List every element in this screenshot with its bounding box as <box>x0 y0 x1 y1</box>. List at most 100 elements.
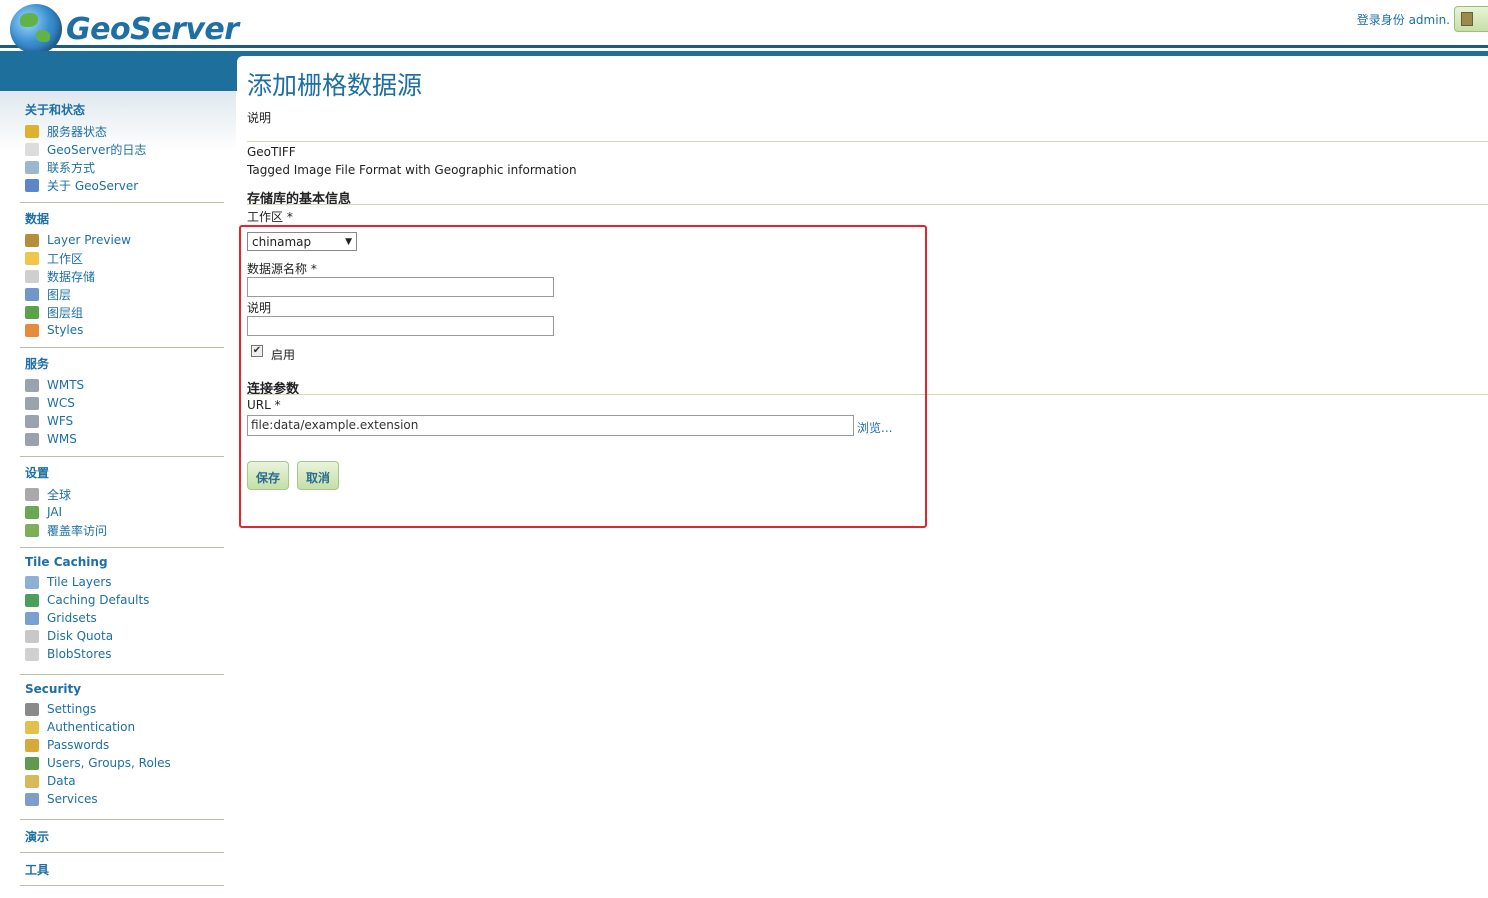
sidebar-section-title[interactable]: 演示 <box>20 828 224 845</box>
sidebar-divider <box>20 456 224 457</box>
services-security-icon <box>25 792 39 806</box>
divider <box>247 204 1488 205</box>
sidebar-item[interactable]: Caching Defaults <box>20 591 224 609</box>
wrench-icon <box>25 702 39 716</box>
sidebar-item-label: 数据存储 <box>47 269 96 284</box>
global-settings-icon <box>25 487 39 501</box>
gridsets-icon <box>25 611 39 625</box>
sidebar-item[interactable]: Tile Layers <box>20 573 224 591</box>
sidebar-section-title[interactable]: Tile Caching <box>20 555 224 569</box>
sidebar-item-label: 全球 <box>47 487 72 502</box>
sidebar-item[interactable]: JAI <box>20 503 224 521</box>
browse-link[interactable]: 浏览... <box>857 419 892 436</box>
layer-preview-icon <box>25 233 39 247</box>
description-field-label: 说明 <box>247 301 272 315</box>
sidebar-item[interactable]: 全球 <box>20 485 224 503</box>
sidebar-item[interactable]: Layer Preview <box>20 231 224 249</box>
sidebar-item[interactable]: GeoServer的日志 <box>20 140 224 158</box>
sidebar-item[interactable]: 数据存储 <box>20 267 224 285</box>
datasource-name-input[interactable] <box>247 277 554 297</box>
sidebar-item[interactable]: BlobStores <box>20 645 224 663</box>
sidebar-item-label: WMTS <box>47 378 85 392</box>
sidebar-item[interactable]: WCS <box>20 394 224 412</box>
cancel-button[interactable]: 取消 <box>297 461 340 490</box>
sidebar-item[interactable]: 服务器状态 <box>20 122 224 140</box>
sidebar-item-label: WMS <box>47 432 77 446</box>
enabled-label: 启用 <box>271 348 296 362</box>
sidebar-section-title[interactable]: 服务 <box>20 355 224 372</box>
sidebar-section-title[interactable]: 数据 <box>20 210 224 227</box>
sidebar-item[interactable]: Authentication <box>20 718 224 736</box>
sidebar-section: 关于和状态服务器状态 GeoServer的日志 联系方式 关于 GeoServer <box>20 101 224 194</box>
sidebar-item[interactable]: WMS <box>20 430 224 448</box>
sidebar-divider <box>20 819 224 820</box>
sidebar-section-title[interactable]: Security <box>20 682 224 696</box>
sidebar-item-label: Styles <box>47 323 84 337</box>
sidebar-section-title[interactable]: 工具 <box>20 861 224 878</box>
sidebar-item[interactable]: Settings <box>20 700 224 718</box>
sidebar-item[interactable]: Users, Groups, Roles <box>20 754 224 772</box>
sidebar-item-label: 图层组 <box>47 305 84 320</box>
workspace-select-value: chinamap <box>252 234 312 249</box>
data-security-icon <box>25 774 39 788</box>
sidebar-item[interactable]: 图层 <box>20 285 224 303</box>
sidebar-item[interactable]: 联系方式 <box>20 158 224 176</box>
sidebar-item[interactable]: 工作区 <box>20 249 224 267</box>
save-button[interactable]: 保存 <box>247 461 290 490</box>
disk-icon <box>25 629 39 643</box>
sidebar-item[interactable]: 覆盖率访问 <box>20 521 224 539</box>
globe-logo-icon <box>10 4 62 54</box>
sidebar-section-title[interactable]: 关于和状态 <box>20 101 224 118</box>
sidebar-item-label: Layer Preview <box>47 233 131 247</box>
jai-icon <box>25 505 39 519</box>
enabled-checkbox[interactable]: ✔ <box>251 345 263 357</box>
lock-icon <box>25 738 39 752</box>
sidebar-item-label: WFS <box>47 414 74 428</box>
logout-button[interactable] <box>1454 6 1488 32</box>
shield-icon <box>25 720 39 734</box>
sidebar-divider <box>20 852 224 853</box>
sidebar-item-label: Disk Quota <box>47 629 114 643</box>
blobstore-icon <box>25 647 39 661</box>
sidebar-item[interactable]: WMTS <box>20 376 224 394</box>
layergroup-icon <box>25 305 39 319</box>
sidebar-item[interactable]: 关于 GeoServer <box>20 176 224 194</box>
workspace-select[interactable]: chinamap ▼ <box>247 232 357 251</box>
sidebar-section: Tile Caching Tile Layers Caching Defaults G… <box>20 555 224 663</box>
divider <box>247 141 1488 142</box>
page-title: 添加栅格数据源 <box>247 71 423 100</box>
sidebar-section-title[interactable]: 设置 <box>20 464 224 481</box>
sidebar-item[interactable]: Gridsets <box>20 609 224 627</box>
dropdown-arrow-icon: ▼ <box>345 236 352 247</box>
sidebar-item-label: Caching Defaults <box>47 593 150 607</box>
sidebar-item[interactable]: 图层组 <box>20 303 224 321</box>
description-input[interactable] <box>247 316 554 336</box>
styles-icon <box>25 323 39 337</box>
service-icon <box>25 378 39 392</box>
sidebar-item-label: WCS <box>47 396 75 410</box>
sidebar-section: Security Settings Authentication Passwords U… <box>20 682 224 808</box>
sidebar-item-label: Tile Layers <box>47 575 112 589</box>
database-icon <box>25 269 39 283</box>
sidebar-item[interactable]: Styles <box>20 321 224 339</box>
sidebar-item[interactable]: Data <box>20 772 224 790</box>
geoserver-logo[interactable]: GeoServer <box>10 4 239 54</box>
sidebar-item[interactable]: WFS <box>20 412 224 430</box>
sidebar-item[interactable]: Services <box>20 790 224 808</box>
contact-icon <box>25 160 39 174</box>
sidebar-item[interactable]: Passwords <box>20 736 224 754</box>
sidebar-divider <box>20 674 224 675</box>
login-status: 登录身份 admin. <box>1356 13 1450 27</box>
sidebar-section: 演示 <box>20 828 224 849</box>
sidebar-item-label: Authentication <box>47 720 136 734</box>
url-input[interactable]: file:data/example.extension <box>247 415 854 436</box>
coverage-access-icon <box>25 523 39 537</box>
logout-icon <box>1461 12 1473 26</box>
sidebar-item-label: Data <box>47 774 76 788</box>
service-icon <box>25 396 39 410</box>
sidebar-item-label: 图层 <box>47 287 72 302</box>
sidebar-item-label: Services <box>47 792 98 806</box>
divider <box>247 394 1488 395</box>
sidebar-item[interactable]: Disk Quota <box>20 627 224 645</box>
sidebar-divider <box>20 347 224 348</box>
